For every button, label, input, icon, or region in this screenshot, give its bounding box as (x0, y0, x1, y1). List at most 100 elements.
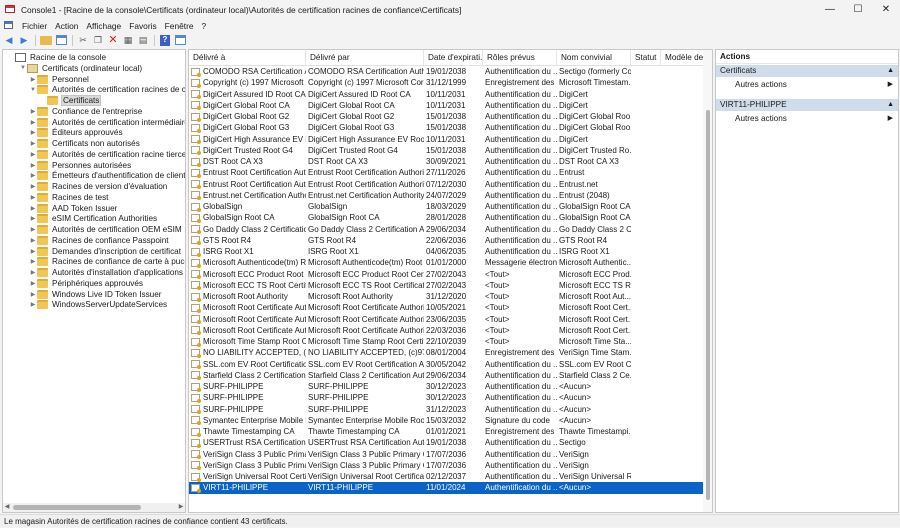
column-header-2[interactable]: Date d'expirati... (424, 50, 483, 66)
scrollbar-thumb[interactable] (706, 110, 710, 500)
menu-help[interactable]: ? (198, 21, 211, 31)
tree-item[interactable]: Certificats (39, 95, 102, 106)
tree-item[interactable]: ▶ Racines de confiance de carte à puce (29, 256, 185, 267)
tree-item[interactable]: ▶ Autorités d'installation d'applications… (29, 267, 185, 278)
tree-item[interactable]: ▶ Racines de test (29, 192, 109, 203)
chevron-right-icon[interactable]: ▶ (29, 226, 37, 233)
certificate-row[interactable]: Microsoft Time Stamp Root Cert...Microso… (189, 336, 703, 347)
chevron-right-icon[interactable]: ▶ (29, 183, 37, 190)
certificate-row[interactable]: DigiCert Global Root G3 DigiCert Global R… (189, 122, 703, 133)
tree-item[interactable]: ▶ Périphériques approuvés (29, 278, 144, 289)
chevron-right-icon[interactable]: ▶ (29, 205, 37, 212)
certificate-row[interactable]: SSL.com EV Root Certification Au...SSL.c… (189, 359, 703, 370)
certificate-row[interactable]: Microsoft Authenticode(tm) Roo...Microso… (189, 257, 703, 268)
tree-item[interactable]: ▼ Autorités de certification racines de c… (29, 84, 185, 95)
chevron-right-icon[interactable]: ▶ (29, 291, 37, 298)
cut-icon[interactable]: ✂ (77, 34, 89, 46)
chevron-right-icon[interactable]: ▶ (29, 129, 37, 136)
tree-item[interactable]: ▶ eSIM Certification Authorities (29, 213, 158, 224)
certificate-row[interactable]: DigiCert Global Root CA DigiCert Global R… (189, 100, 703, 111)
tree-item[interactable]: ▶ WindowsServerUpdateServices (29, 299, 168, 310)
chevron-right-icon[interactable]: ▶ (29, 108, 37, 115)
certificate-row[interactable]: Starfield Class 2 Certification Aut...St… (189, 370, 703, 381)
tree-item[interactable]: ▶ Racines de version d'évaluation (29, 181, 168, 192)
menu-affichage[interactable]: Affichage (82, 21, 125, 31)
certificate-row[interactable]: SURF-PHILIPPE SURF-PHILIPPE 30/12/2023 Auth… (189, 392, 703, 403)
chevron-right-icon[interactable]: ▶ (29, 76, 37, 83)
chevron-right-icon[interactable]: ▶ (29, 301, 37, 308)
tree-horizontal-scrollbar[interactable]: ◀ ▶ (3, 503, 185, 512)
tree-item[interactable]: ▶ AAD Token Issuer (29, 203, 118, 214)
certificate-row[interactable]: Microsoft Root Certificate Autho...Micro… (189, 314, 703, 325)
scroll-right-icon[interactable]: ▶ (177, 503, 185, 512)
tree-item[interactable]: ▶ Autorités de certification OEM eSIM (29, 224, 183, 235)
certificate-row[interactable]: Microsoft ECC TS Root Certificat...Micro… (189, 280, 703, 291)
certificate-row[interactable]: DigiCert Assured ID Root CA DigiCert Assu… (189, 89, 703, 100)
column-header-0[interactable]: Délivré à (189, 50, 306, 66)
menu-fenetre[interactable]: Fenêtre (161, 21, 198, 31)
certificate-row[interactable]: USERTrust RSA Certification Auth...USERT… (189, 437, 703, 448)
chevron-down-icon[interactable]: ▼ (19, 65, 27, 71)
tree-item[interactable]: ▶ Autorités de certification racine tierc… (29, 149, 185, 160)
chevron-down-icon[interactable]: ▼ (29, 87, 37, 93)
tree-item[interactable]: ▶ Certificats non autorisés (29, 138, 141, 149)
tree-item[interactable]: ▶ Personnel (29, 74, 90, 85)
certificate-row[interactable]: Thawte Timestamping CA Thawte Timestampin… (189, 426, 703, 437)
certificate-row[interactable]: Entrust Root Certification Autho...Entru… (189, 167, 703, 178)
help-icon[interactable]: ? (159, 34, 171, 46)
certificate-row[interactable]: DigiCert Global Root G2 DigiCert Global R… (189, 111, 703, 122)
certificate-row[interactable]: Entrust.net Certification Authorit...Ent… (189, 190, 703, 201)
actions-section-selected-cert[interactable]: VIRT11-PHILIPPE ▲ (716, 99, 898, 111)
collapse-icon[interactable]: ▲ (887, 65, 894, 77)
certificate-row[interactable]: DST Root CA X3 DST Root CA X3 30/09/2021 Au… (189, 156, 703, 167)
close-button[interactable]: ✕ (872, 0, 900, 19)
chevron-right-icon[interactable]: ▶ (29, 151, 37, 158)
certificate-row[interactable]: Microsoft Root Certificate Autho...Micro… (189, 302, 703, 313)
chevron-right-icon[interactable]: ▶ (29, 162, 37, 169)
scroll-left-icon[interactable]: ◀ (3, 503, 11, 512)
actions-section-certificats[interactable]: Certificats ▲ (716, 65, 898, 77)
certificate-row[interactable]: GlobalSign GlobalSign 18/03/2029 Authentifi… (189, 201, 703, 212)
show-hide-action-pane-icon[interactable] (174, 34, 186, 46)
action-autres-actions[interactable]: Autres actions ▶ (716, 77, 898, 93)
column-header-1[interactable]: Délivré par (306, 50, 424, 66)
export-list-icon[interactable]: ▤ (137, 34, 149, 46)
tree-item[interactable]: ▶ Éditeurs approuvés (29, 127, 124, 138)
scrollbar-thumb[interactable] (13, 505, 141, 510)
certificate-row[interactable]: Copyright (c) 1997 Microsoft Corp.Copyri… (189, 77, 703, 88)
certificate-row[interactable]: Entrust Root Certification Autho...Entru… (189, 179, 703, 190)
chevron-right-icon[interactable]: ▶ (29, 215, 37, 222)
certificate-row[interactable]: VeriSign Class 3 Public Primary C...Veri… (189, 460, 703, 471)
menu-fichier[interactable]: Fichier (18, 21, 51, 31)
certificate-row[interactable]: GTS Root R4 GTS Root R4 22/06/2036 Authenti… (189, 235, 703, 246)
menu-favoris[interactable]: Favoris (125, 21, 160, 31)
delete-icon[interactable]: ✕ (107, 34, 119, 46)
console-tree-pane[interactable]: Racine de la console ▼ Certificats (ordina… (2, 49, 186, 513)
chevron-right-icon[interactable]: ▶ (29, 248, 37, 255)
action-autres-actions[interactable]: Autres actions ▶ (716, 111, 898, 127)
certificate-row[interactable]: DigiCert High Assurance EV Roo...DigiCer… (189, 134, 703, 145)
up-folder-icon[interactable] (40, 34, 52, 46)
certificate-row[interactable]: Go Daddy Class 2 Certification A...Go Da… (189, 224, 703, 235)
forward-arrow-icon[interactable]: ▶ (18, 34, 30, 46)
certificate-row[interactable]: COMODO RSA Certification Auth...COMODO R… (189, 66, 703, 77)
certificate-row[interactable]: GlobalSign Root CA GlobalSign Root CA 28/0… (189, 212, 703, 223)
back-arrow-icon[interactable]: ◀ (3, 34, 15, 46)
chevron-right-icon[interactable]: ▶ (29, 172, 37, 179)
chevron-right-icon[interactable]: ▶ (29, 140, 37, 147)
certificate-row[interactable]: Microsoft ECC Product Root Cert...Micros… (189, 269, 703, 280)
certificate-list-pane[interactable]: Délivré à Délivré par Date d'expirati... Rô… (188, 49, 713, 513)
certificate-row[interactable]: SURF-PHILIPPE SURF-PHILIPPE 31/12/2023 Auth… (189, 404, 703, 415)
properties-icon[interactable]: ▦ (122, 34, 134, 46)
certificate-row[interactable]: SURF-PHILIPPE SURF-PHILIPPE 30/12/2023 Auth… (189, 381, 703, 392)
certificate-row[interactable]: Microsoft Root Authority Microsoft Root A… (189, 291, 703, 302)
tree-item[interactable]: ▶ Demandes d'inscription de certificat (29, 246, 182, 257)
show-tree-icon[interactable] (55, 34, 67, 46)
certificate-row[interactable]: DigiCert Trusted Root G4 DigiCert Trusted… (189, 145, 703, 156)
column-header-3[interactable]: Rôles prévus (483, 50, 557, 66)
tree-item[interactable]: ▶ Racines de confiance Passpoint (29, 235, 170, 246)
tree-item[interactable]: ▶ Confiance de l'entreprise (29, 106, 143, 117)
column-header-4[interactable]: Nom convivial (557, 50, 631, 66)
certificate-row[interactable]: VeriSign Class 3 Public Primary C...Veri… (189, 449, 703, 460)
chevron-right-icon[interactable]: ▶ (29, 237, 37, 244)
